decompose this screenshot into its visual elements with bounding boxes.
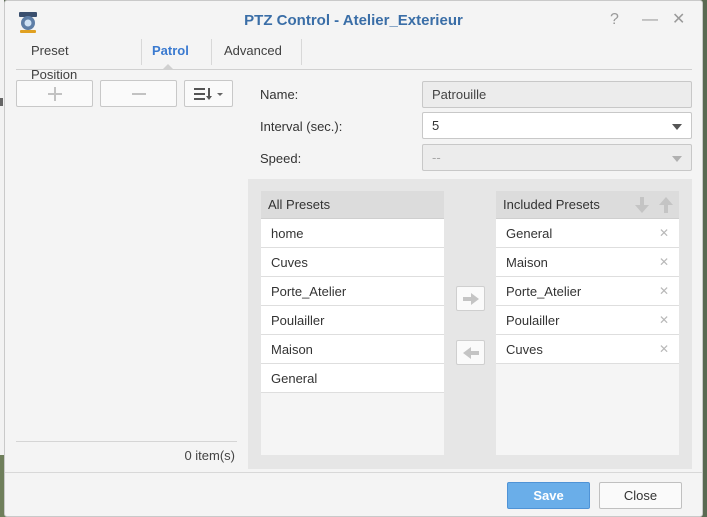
remove-icon[interactable]: ✕ xyxy=(659,335,669,364)
minus-icon xyxy=(131,92,146,95)
name-field[interactable]: Patrouille xyxy=(422,81,692,108)
save-button[interactable]: Save xyxy=(507,482,590,509)
included-preset-item[interactable]: Porte_Atelier ✕ xyxy=(496,277,679,306)
close-button[interactable]: Close xyxy=(599,482,682,509)
background-marker xyxy=(0,98,3,106)
sort-menu-button[interactable] xyxy=(184,80,233,107)
included-preset-item[interactable]: Maison ✕ xyxy=(496,248,679,277)
move-up-icon[interactable] xyxy=(659,197,673,213)
all-preset-item[interactable]: General xyxy=(261,364,444,393)
reorder-controls xyxy=(635,197,673,213)
all-presets-list: All Presets home Cuves Porte_Atelier Pou… xyxy=(261,191,444,455)
included-presets-list: Included Presets General ✕ Maison ✕ Porte_… xyxy=(496,191,679,455)
remove-icon[interactable]: ✕ xyxy=(659,306,669,335)
included-preset-label: Cuves xyxy=(506,342,543,357)
arrow-right-icon xyxy=(462,292,479,305)
all-preset-item[interactable]: Maison xyxy=(261,335,444,364)
item-count: 0 item(s) xyxy=(184,448,235,463)
all-preset-item[interactable]: Poulailler xyxy=(261,306,444,335)
ptz-control-dialog: PTZ Control - Atelier_Exterieur ? — ✕ Pr… xyxy=(4,0,703,517)
all-preset-item[interactable]: Porte_Atelier xyxy=(261,277,444,306)
title-bar: PTZ Control - Atelier_Exterieur ? — ✕ xyxy=(5,1,702,41)
help-button[interactable]: ? xyxy=(610,10,619,30)
tab-separator xyxy=(211,39,212,65)
minimize-button[interactable]: — xyxy=(642,10,658,30)
name-label: Name: xyxy=(260,87,299,102)
interval-value: 5 xyxy=(432,118,440,133)
move-down-icon[interactable] xyxy=(635,197,649,213)
speed-select: -- xyxy=(422,144,692,171)
plus-icon xyxy=(47,86,62,101)
interval-label: Interval (sec.): xyxy=(260,119,343,134)
chevron-down-icon xyxy=(672,156,682,162)
speed-label: Speed: xyxy=(260,151,302,166)
tab-preset-position[interactable]: Preset Position xyxy=(31,39,77,82)
tab-patrol[interactable]: Patrol xyxy=(152,39,189,65)
speed-value: -- xyxy=(432,150,441,165)
tab-separator xyxy=(141,39,142,65)
included-preset-label: Porte_Atelier xyxy=(506,284,582,299)
included-preset-label: Maison xyxy=(506,255,548,270)
interval-select[interactable]: 5 xyxy=(422,112,692,139)
all-presets-header: All Presets xyxy=(261,191,444,219)
remove-icon[interactable]: ✕ xyxy=(659,219,669,248)
add-to-included-button[interactable] xyxy=(456,286,485,311)
tab-separator xyxy=(301,39,302,65)
active-tab-indicator xyxy=(162,64,174,70)
tab-underline xyxy=(16,69,692,70)
list-divider xyxy=(16,441,237,442)
dialog-title: PTZ Control - Atelier_Exterieur xyxy=(244,12,463,29)
remove-icon[interactable]: ✕ xyxy=(659,277,669,306)
patrol-list[interactable] xyxy=(16,113,237,467)
remove-patrol-button[interactable] xyxy=(100,80,177,107)
included-presets-title: Included Presets xyxy=(503,197,600,212)
sort-list-icon xyxy=(193,87,223,100)
chevron-down-icon xyxy=(672,124,682,130)
all-preset-item[interactable]: home xyxy=(261,219,444,248)
all-preset-item[interactable]: Cuves xyxy=(261,248,444,277)
add-patrol-button[interactable] xyxy=(16,80,93,107)
included-preset-item[interactable]: General ✕ xyxy=(496,219,679,248)
remove-icon[interactable]: ✕ xyxy=(659,248,669,277)
included-preset-item[interactable]: Cuves ✕ xyxy=(496,335,679,364)
footer-divider xyxy=(5,472,702,473)
close-window-button[interactable]: ✕ xyxy=(672,10,685,30)
preset-transfer-panel: All Presets home Cuves Porte_Atelier Pou… xyxy=(248,179,692,469)
included-preset-label: Poulailler xyxy=(506,313,560,328)
remove-from-included-button[interactable] xyxy=(456,340,485,365)
included-preset-label: General xyxy=(506,226,553,241)
arrow-left-icon xyxy=(462,346,479,359)
tab-advanced[interactable]: Advanced xyxy=(224,39,282,65)
included-presets-header: Included Presets xyxy=(496,191,679,219)
name-value: Patrouille xyxy=(432,87,487,102)
included-preset-item[interactable]: Poulailler ✕ xyxy=(496,306,679,335)
